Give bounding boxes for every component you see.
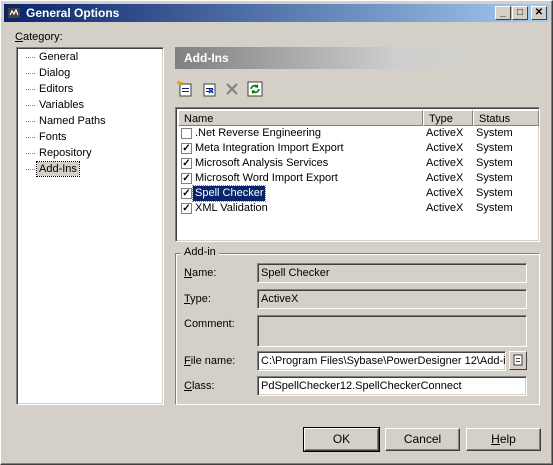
addin-name: Spell Checker xyxy=(191,185,267,202)
category-item-general[interactable]: General xyxy=(37,50,80,64)
comment-label: Comment: xyxy=(184,318,235,330)
help-button[interactable]: Help xyxy=(466,428,541,451)
addin-type: ActiveX xyxy=(426,202,464,214)
addins-list[interactable]: Name Type Status .Net Reverse Engineerin… xyxy=(175,107,540,242)
addin-row[interactable]: ✓ XML Validation ActiveX System xyxy=(178,201,539,216)
type-field: ActiveX xyxy=(257,289,527,309)
category-item-named-paths[interactable]: Named Paths xyxy=(37,114,108,128)
column-header-name[interactable]: Name xyxy=(178,110,423,126)
addin-status: System xyxy=(476,187,513,199)
maximize-button[interactable]: □ xyxy=(512,6,528,20)
tree-connector xyxy=(26,121,36,122)
tree-connector xyxy=(26,153,36,154)
category-item-repository[interactable]: Repository xyxy=(37,146,94,160)
addin-checkbox[interactable]: ✓ xyxy=(181,188,192,199)
addin-checkbox[interactable]: ✓ xyxy=(181,143,192,154)
addin-status: System xyxy=(476,127,513,139)
column-header-type[interactable]: Type xyxy=(423,110,473,126)
tree-connector xyxy=(26,73,36,74)
addin-row[interactable]: ✓ Microsoft Analysis Services ActiveX Sy… xyxy=(178,156,539,171)
addin-group-label: Add-in xyxy=(181,246,219,258)
addin-checkbox[interactable]: ✓ xyxy=(181,158,192,169)
tree-connector xyxy=(26,169,36,170)
addin-checkbox[interactable] xyxy=(181,128,192,139)
addin-row[interactable]: ✓ Microsoft Word Import Export ActiveX S… xyxy=(178,171,539,186)
addin-type: ActiveX xyxy=(426,142,464,154)
tree-connector xyxy=(26,137,36,138)
category-item-variables[interactable]: Variables xyxy=(37,98,86,112)
addin-row-selected[interactable]: ✓ Spell Checker ActiveX System xyxy=(178,185,539,202)
addin-type: ActiveX xyxy=(426,157,464,169)
addin-row[interactable]: .Net Reverse Engineering ActiveX System xyxy=(178,126,539,141)
tree-connector xyxy=(26,57,36,58)
file-name-input[interactable]: C:\Program Files\Sybase\PowerDesigner 12… xyxy=(257,351,506,371)
class-label: Class: xyxy=(184,380,215,392)
close-icon: ✕ xyxy=(534,7,544,18)
general-options-window: General Options _ □ ✕ Category: General … xyxy=(0,0,553,465)
minimize-icon: _ xyxy=(500,7,506,18)
addin-status: System xyxy=(476,202,513,214)
addin-name: XML Validation xyxy=(195,202,268,214)
addin-status: System xyxy=(476,142,513,154)
category-item-add-ins[interactable]: Add-Ins xyxy=(36,161,80,177)
name-field: Spell Checker xyxy=(257,263,527,283)
minimize-button[interactable]: _ xyxy=(495,6,511,20)
refresh-icon[interactable] xyxy=(246,80,264,98)
delete-icon[interactable] xyxy=(223,80,241,98)
addin-type: ActiveX xyxy=(426,127,464,139)
addin-type: ActiveX xyxy=(426,172,464,184)
browse-button[interactable] xyxy=(509,351,527,370)
tree-connector xyxy=(26,105,36,106)
category-item-fonts[interactable]: Fonts xyxy=(37,130,69,144)
category-item-dialog[interactable]: Dialog xyxy=(37,66,72,80)
category-tree[interactable]: General Dialog Editors Variables Named P… xyxy=(16,47,164,405)
ok-button[interactable]: OK xyxy=(303,427,380,452)
title-bar[interactable]: General Options _ □ ✕ xyxy=(4,4,549,22)
class-input[interactable]: PdSpellChecker12.SpellCheckerConnect xyxy=(257,376,527,396)
type-label: Type: xyxy=(184,293,211,305)
addin-checkbox[interactable]: ✓ xyxy=(181,203,192,214)
name-label: Name: xyxy=(184,267,217,279)
addin-name: Microsoft Word Import Export xyxy=(195,172,338,184)
browse-file-icon xyxy=(513,354,523,366)
addin-name: Meta Integration Import Export xyxy=(195,142,344,154)
maximize-icon: □ xyxy=(516,7,524,18)
panel-title: Add-Ins xyxy=(184,51,229,65)
addin-status: System xyxy=(476,157,513,169)
close-button[interactable]: ✕ xyxy=(531,6,547,20)
category-label: Category: xyxy=(15,31,63,43)
tree-connector xyxy=(26,89,36,90)
column-header-status[interactable]: Status xyxy=(473,110,539,126)
addin-type: ActiveX xyxy=(426,187,464,199)
new-addin-icon[interactable] xyxy=(177,80,195,98)
addin-name: Microsoft Analysis Services xyxy=(195,157,329,169)
cancel-button[interactable]: Cancel xyxy=(385,428,460,451)
category-item-editors[interactable]: Editors xyxy=(37,82,75,96)
addin-name: .Net Reverse Engineering xyxy=(195,127,321,139)
panel-header: Add-Ins xyxy=(175,47,495,69)
comment-field xyxy=(257,315,527,347)
add-addin-icon[interactable] xyxy=(200,80,218,98)
addin-row[interactable]: ✓ Meta Integration Import Export ActiveX… xyxy=(178,141,539,156)
window-title: General Options xyxy=(26,6,120,20)
app-icon xyxy=(8,8,20,18)
file-name-label: File name: xyxy=(184,355,236,367)
addin-status: System xyxy=(476,172,513,184)
addin-checkbox[interactable]: ✓ xyxy=(181,173,192,184)
